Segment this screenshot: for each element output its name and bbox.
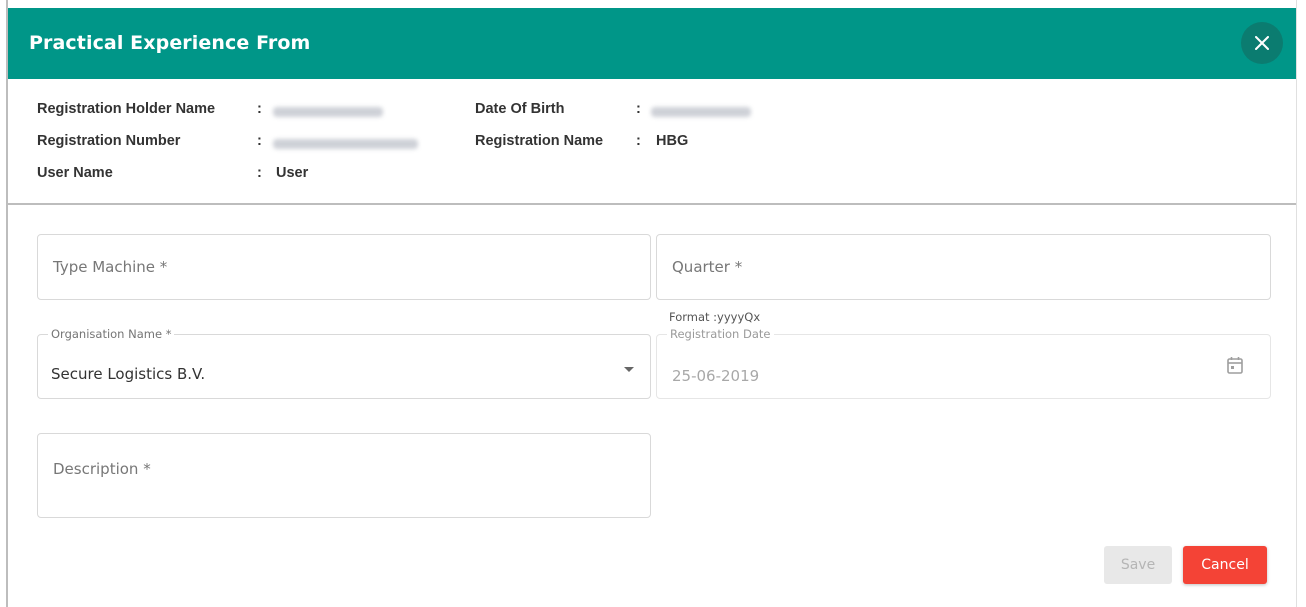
registration-date-value: 25-06-2019 <box>672 367 760 385</box>
registration-holder-name-label: Registration Holder Name <box>37 101 216 117</box>
description-placeholder: Description * <box>53 460 151 478</box>
quarter-placeholder: Quarter * <box>672 258 743 276</box>
registration-holder-name-colon: : <box>257 101 262 117</box>
registration-info-panel: Registration Holder Name : Registration … <box>8 79 1296 205</box>
registration-name-colon: : <box>636 133 641 149</box>
user-name-value: User <box>276 165 309 181</box>
backdrop-left-edge <box>0 0 8 607</box>
dialog-header: Practical Experience From <box>8 8 1296 79</box>
date-of-birth-colon: : <box>636 101 641 117</box>
type-machine-input[interactable]: Type Machine * <box>37 234 651 300</box>
registration-name-value: HBG <box>656 133 689 149</box>
quarter-input[interactable]: Quarter * <box>656 234 1271 300</box>
chevron-down-icon <box>624 367 634 372</box>
registration-name-label: Registration Name <box>475 133 604 149</box>
registration-date-label: Registration Date <box>667 327 774 341</box>
dialog-title: Practical Experience From <box>29 32 311 54</box>
calendar-icon[interactable] <box>1227 356 1243 374</box>
description-textarea[interactable]: Description * <box>37 433 651 518</box>
type-machine-placeholder: Type Machine * <box>53 258 168 276</box>
user-name-colon: : <box>257 165 262 181</box>
quarter-format-hint: Format :yyyyQx <box>669 310 761 324</box>
practical-experience-dialog: Practical Experience From Registration H… <box>8 8 1296 607</box>
registration-holder-name-value <box>273 105 383 121</box>
registration-number-colon: : <box>257 133 262 149</box>
registration-number-label: Registration Number <box>37 133 181 149</box>
organisation-name-label: Organisation Name * <box>48 327 175 341</box>
backdrop-right-edge <box>1296 0 1306 607</box>
page-backdrop: Practical Experience From Registration H… <box>0 0 1306 607</box>
user-name-label: User Name <box>37 165 113 181</box>
organisation-name-value: Secure Logistics B.V. <box>51 365 206 383</box>
organisation-name-select[interactable]: Organisation Name * Secure Logistics B.V… <box>37 327 651 399</box>
close-icon <box>1255 36 1269 50</box>
close-button[interactable] <box>1241 22 1283 64</box>
cancel-button[interactable]: Cancel <box>1183 546 1267 584</box>
registration-date-input: Registration Date 25-06-2019 <box>656 327 1271 399</box>
save-button[interactable]: Save <box>1104 546 1172 584</box>
registration-number-value <box>273 137 418 153</box>
date-of-birth-value <box>651 105 751 121</box>
date-of-birth-label: Date Of Birth <box>475 101 565 117</box>
